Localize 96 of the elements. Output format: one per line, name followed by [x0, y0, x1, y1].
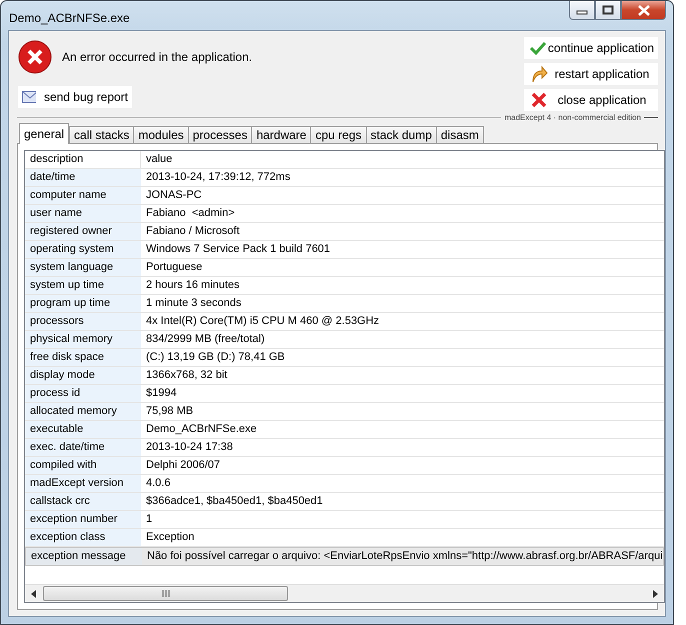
table-row[interactable]: registered owner Fabiano / Microsoft	[25, 223, 664, 241]
table-cell-text: 4.0.6	[145, 476, 170, 491]
table-row[interactable]: date/time 2013-10-24, 17:39:12, 772ms	[25, 169, 664, 187]
table-cell: computer name	[25, 187, 141, 204]
tab[interactable]: stack dump	[366, 126, 437, 144]
table-row[interactable]: exception message Não foi possível carregar o arquivo: <EnviarLoteRpsEnvio xmlns="http://www.abrasf.org.br/ABRASF/arqui	[25, 547, 664, 566]
tab[interactable]: hardware	[251, 126, 312, 144]
table-cell-text: (C:) 13,19 GB (D:) 78,41 GB	[145, 350, 285, 365]
table-row[interactable]: compiled with Delphi 2006/07	[25, 457, 664, 475]
error-icon	[18, 40, 52, 74]
table-row[interactable]: computer name JONAS-PC	[25, 187, 664, 205]
table-cell-text: Fabiano / Microsoft	[145, 224, 240, 239]
table-row[interactable]: processors 4x Intel(R) Core(TM) i5 CPU M 460 @ 2.53GHz	[25, 313, 664, 331]
table-cell: registered owner	[25, 223, 141, 240]
table-row[interactable]: system up time 2 hours 16 minutes	[25, 277, 664, 295]
table-row[interactable]: process id $1994	[25, 385, 664, 403]
table-cell-text: 834/2999 MB (free/total)	[145, 332, 265, 347]
table-cell-text: 1	[145, 512, 152, 527]
horizontal-scrollbar[interactable]	[25, 584, 664, 602]
continue-application-button[interactable]: continue application	[524, 37, 658, 59]
table-cell: system language	[25, 259, 141, 276]
tab[interactable]: modules	[133, 126, 189, 144]
table-cell: display mode	[25, 367, 141, 384]
table-cell-text: $1994	[145, 386, 177, 401]
table-row[interactable]: callstack crc $366adce1, $ba450ed1, $ba450ed1	[25, 493, 664, 511]
scroll-left-icon[interactable]	[31, 590, 37, 598]
tab[interactable]: cpu regs	[310, 126, 367, 144]
scroll-right-icon[interactable]	[652, 590, 658, 598]
close-button[interactable]	[621, 1, 666, 20]
table-cell: madExcept version	[25, 475, 141, 492]
column-header[interactable]: value	[141, 151, 172, 168]
table-cell-text: Demo_ACBrNFSe.exe	[145, 422, 257, 437]
table-cell: exception number	[25, 511, 141, 528]
table-row[interactable]: allocated memory 75,98 MB	[25, 403, 664, 421]
check-icon	[530, 41, 546, 55]
table-row[interactable]: program up time 1 minute 3 seconds	[25, 295, 664, 313]
curved-arrow-icon	[530, 65, 548, 83]
table-cell: program up time	[25, 295, 141, 312]
column-header[interactable]: description	[25, 151, 141, 168]
table-cell: process id	[25, 385, 141, 402]
table-cell-text: 1 minute 3 seconds	[145, 296, 242, 311]
maximize-button[interactable]	[595, 1, 621, 20]
close-icon	[636, 4, 650, 16]
close-application-button[interactable]: close application	[524, 89, 658, 111]
table-row[interactable]: exec. date/time 2013-10-24 17:38	[25, 439, 664, 457]
table-cell-text: 75,98 MB	[145, 404, 194, 419]
table-cell-text: 2013-10-24, 17:39:12, 772ms	[145, 170, 290, 185]
table-cell: free disk space	[25, 349, 141, 366]
table-cell: processors	[25, 313, 141, 330]
table-row[interactable]: physical memory 834/2999 MB (free/total)	[25, 331, 664, 349]
cross-icon	[531, 92, 547, 108]
table-cell: allocated memory	[25, 403, 141, 420]
table-cell: executable	[25, 421, 141, 438]
send-bug-report-button[interactable]: send bug report	[18, 86, 132, 108]
scrollbar-thumb[interactable]	[43, 586, 288, 601]
minimize-button[interactable]	[569, 1, 595, 20]
table-row[interactable]: exception number 1	[25, 511, 664, 529]
table-cell: exec. date/time	[25, 439, 141, 456]
table-row[interactable]: executable Demo_ACBrNFSe.exe	[25, 421, 664, 439]
table-cell: system up time	[25, 277, 141, 294]
envelope-icon	[22, 91, 36, 103]
table-cell-text: Delphi 2006/07	[145, 458, 220, 473]
window-title: Demo_ACBrNFSe.exe	[8, 10, 130, 24]
table-cell-text: JONAS-PC	[145, 188, 202, 203]
maximize-icon	[602, 5, 614, 15]
table-cell-text: Windows 7 Service Pack 1 build 7601	[145, 242, 330, 257]
tab[interactable]: disasm	[436, 126, 484, 144]
table-cell: compiled with	[25, 457, 141, 474]
table-cell-text: Fabiano <admin>	[145, 206, 235, 221]
table-cell: date/time	[25, 169, 141, 186]
table-cell: physical memory	[25, 331, 141, 348]
table-cell-text: 2 hours 16 minutes	[145, 278, 240, 293]
table-row[interactable]: user name Fabiano <admin>	[25, 205, 664, 223]
table-row[interactable]: operating system Windows 7 Service Pack 1 build 7601	[25, 241, 664, 259]
tab[interactable]: processes	[188, 126, 252, 144]
tab[interactable]: general	[19, 123, 70, 144]
edition-label: madExcept 4 · non-commercial edition	[503, 113, 642, 122]
table-cell-text: 4x Intel(R) Core(TM) i5 CPU M 460 @ 2.53GHz	[145, 314, 380, 329]
table-cell-text: Portuguese	[145, 260, 202, 275]
table-cell: operating system	[25, 241, 141, 258]
table-cell-text: 2013-10-24 17:38	[145, 440, 233, 455]
table-cell: exception message	[26, 548, 142, 565]
table-cell: exception class	[25, 529, 141, 546]
table-cell-text: 1366x768, 32 bit	[145, 368, 228, 383]
tab[interactable]: call stacks	[69, 126, 134, 144]
restart-application-button[interactable]: restart application	[524, 63, 658, 85]
table-row[interactable]: free disk space (C:) 13,19 GB (D:) 78,41 GB	[25, 349, 664, 367]
table-row[interactable]: display mode 1366x768, 32 bit	[25, 367, 664, 385]
error-message: An error occurred in the application.	[62, 50, 252, 64]
table-cell-text: Não foi possível carregar o arquivo: <EnviarLoteRpsEnvio xmlns="http://www.abrasf.org.br/ABRASF/arqui	[146, 549, 663, 564]
table-cell-text: Exception	[145, 530, 194, 545]
table-row[interactable]: madExcept version 4.0.6	[25, 475, 664, 493]
table-cell: callstack crc	[25, 493, 141, 510]
table-cell-text: $366adce1, $ba450ed1, $ba450ed1	[145, 494, 323, 509]
table-row[interactable]: system language Portuguese	[25, 259, 664, 277]
table-cell: user name	[25, 205, 141, 222]
